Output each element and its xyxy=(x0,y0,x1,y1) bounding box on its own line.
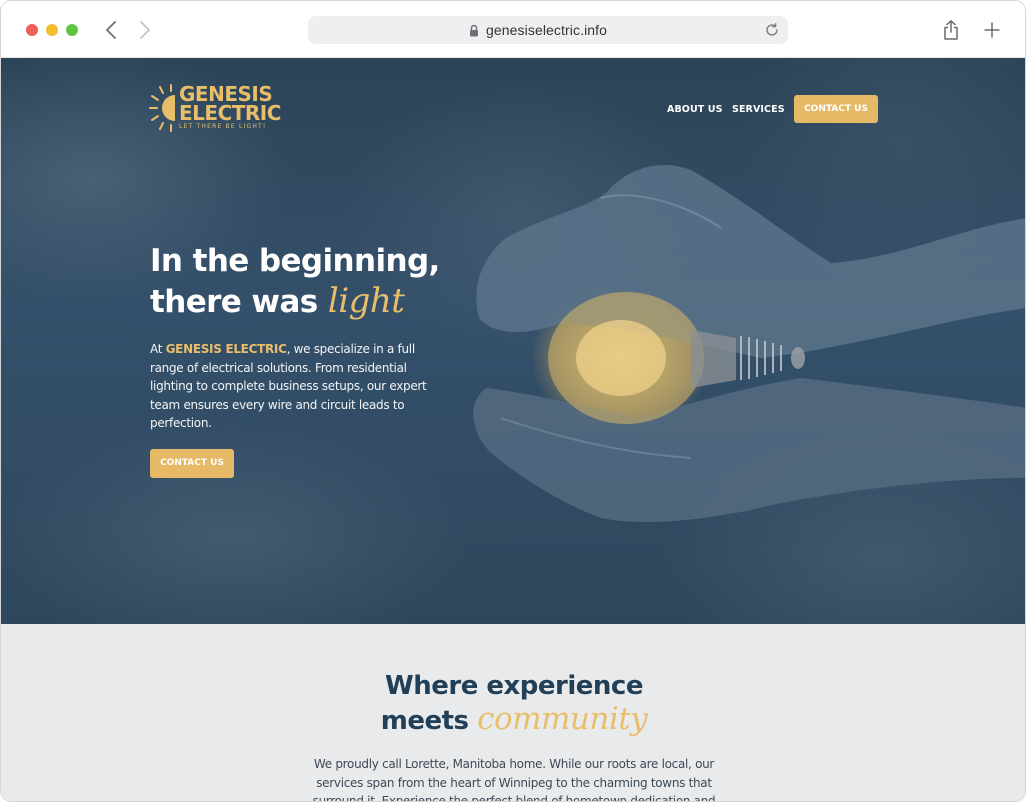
community-title-accent: community xyxy=(477,701,648,737)
lock-icon xyxy=(469,24,479,42)
address-bar[interactable]: genesiselectric.info xyxy=(308,16,788,44)
community-paragraph: We proudly call Lorette, Manitoba home. … xyxy=(312,757,716,802)
nav-services[interactable]: SERVICES xyxy=(732,104,785,115)
share-icon[interactable] xyxy=(942,19,960,46)
intro-prefix: At xyxy=(150,342,166,356)
community-title-line-1: Where experience xyxy=(385,671,643,701)
logo-tagline: LET THERE BE LIGHT! xyxy=(179,123,267,130)
browser-window: genesiselectric.info GENESIS ELECTRIC LE… xyxy=(0,0,1026,802)
new-tab-icon[interactable] xyxy=(983,21,1001,44)
reload-icon[interactable] xyxy=(764,22,780,43)
forward-icon[interactable] xyxy=(133,18,155,42)
community-title-line-2: meets community xyxy=(1,701,1025,738)
hero-intro: At GENESIS ELECTRIC, we specialize in a … xyxy=(150,340,440,433)
hero-headline-line-2: there was light xyxy=(150,281,440,322)
close-window-button[interactable] xyxy=(26,24,38,36)
minimize-window-button[interactable] xyxy=(46,24,58,36)
logo-wordmark: GENESIS ELECTRIC xyxy=(179,84,281,125)
community-title-prefix: meets xyxy=(380,706,478,736)
nav-contact-button[interactable]: CONTACT US xyxy=(794,95,878,123)
sun-logo-icon xyxy=(149,84,175,132)
nav-about-us[interactable]: ABOUT US xyxy=(667,104,723,115)
community-section: Where experience meets community We prou… xyxy=(1,624,1025,802)
intro-brand: GENESIS ELECTRIC xyxy=(165,342,287,356)
site-logo[interactable]: GENESIS ELECTRIC LET THERE BE LIGHT! xyxy=(149,83,281,133)
back-icon[interactable] xyxy=(101,18,123,42)
hero-contact-button[interactable]: CONTACT US xyxy=(150,449,234,478)
hero-section: GENESIS ELECTRIC LET THERE BE LIGHT! ABO… xyxy=(1,58,1025,624)
hero-headline-line-1: In the beginning, xyxy=(150,243,440,279)
zoom-window-button[interactable] xyxy=(66,24,78,36)
logo-line-2: ELECTRIC xyxy=(179,101,281,125)
hero-headline-prefix: there was xyxy=(150,284,328,320)
browser-toolbar: genesiselectric.info xyxy=(1,1,1025,58)
hero-headline-accent: light xyxy=(327,281,405,321)
hero-headline: In the beginning, there was light xyxy=(150,241,440,322)
url-text: genesiselectric.info xyxy=(486,22,608,38)
